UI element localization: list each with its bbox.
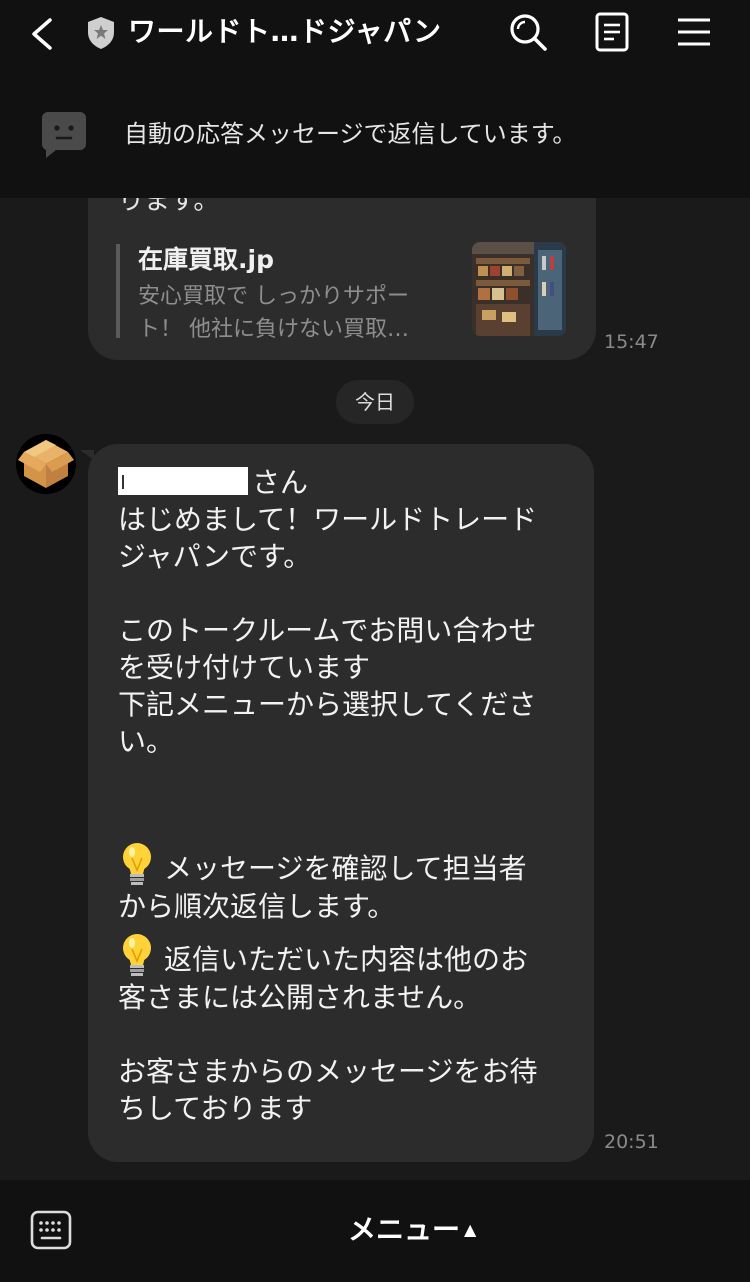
message-bubble[interactable]: さん はじめまして！ワールドトレード ジャパンです。 このトークルームでお問い合… bbox=[88, 444, 594, 1162]
link-preview-title[interactable]: 在庫買取.jp bbox=[138, 242, 274, 278]
link-preview-desc-line: 安心買取で しっかりサポー bbox=[138, 284, 409, 309]
chat-title: ワールドト…ドジャパン bbox=[128, 15, 442, 48]
message-line: ちしております bbox=[118, 1092, 313, 1125]
chevron-left-icon[interactable] bbox=[22, 12, 62, 56]
chat-area[interactable]: ります。 在庫買取.jp 安心買取で しっかりサポー ト！ 他社に負けない買取… bbox=[0, 198, 750, 1180]
notes-icon[interactable] bbox=[590, 10, 634, 54]
message-time: 15:47 bbox=[604, 331, 659, 353]
message-bubble[interactable]: ります。 在庫買取.jp 安心買取で しっかりサポー ト！ 他社に負けない買取… bbox=[88, 198, 596, 360]
message-line: 客さまには公開されません。 bbox=[118, 981, 482, 1014]
message-line: い。 bbox=[118, 725, 175, 758]
message-line: メッセージを確認して担当者 bbox=[164, 852, 527, 885]
message-line: はじめまして！ワールドトレード bbox=[118, 503, 538, 536]
chat-header: ワールドト…ドジャパン bbox=[0, 0, 750, 66]
search-icon[interactable] bbox=[506, 10, 550, 54]
link-preview-description: 安心買取で しっかりサポー ト！ 他社に負けない買取… bbox=[138, 280, 448, 346]
keyboard-icon[interactable] bbox=[30, 1210, 72, 1250]
avatar[interactable] bbox=[16, 434, 76, 494]
bottom-bar: メニュー ▲ bbox=[0, 1180, 750, 1282]
menu-label: メニュー bbox=[348, 1213, 461, 1246]
message-line: このトークルームでお問い合わせ bbox=[118, 614, 537, 647]
greeting-suffix: さん bbox=[252, 466, 309, 499]
auto-reply-text: 自動の応答メッセージで返信しています。 bbox=[124, 120, 577, 148]
message-line: を受け付けています bbox=[118, 651, 371, 684]
chat-bubble-icon bbox=[41, 112, 86, 158]
menu-toggle-button[interactable]: メニュー ▲ bbox=[348, 1210, 476, 1250]
lightbulb-icon bbox=[123, 843, 151, 885]
link-preview-bar bbox=[116, 244, 120, 338]
shield-star-icon bbox=[88, 17, 114, 49]
redacted-name bbox=[118, 467, 248, 495]
message-line: から順次返信します。 bbox=[118, 890, 396, 923]
message-line: 下記メニューから選択してくださ bbox=[118, 688, 537, 721]
message-line: 返信いただいた内容は他のお bbox=[164, 943, 529, 976]
hamburger-icon[interactable] bbox=[672, 10, 716, 54]
message-text: さん はじめまして！ワールドトレード ジャパンです。 このトークルームでお問い合… bbox=[118, 464, 588, 1127]
link-preview-thumbnail[interactable] bbox=[472, 242, 566, 336]
message-time: 20:51 bbox=[604, 1131, 659, 1153]
message-text: ります。 bbox=[118, 198, 220, 216]
lightbulb-icon bbox=[123, 934, 151, 976]
triangle-up-icon: ▲ bbox=[464, 1220, 477, 1239]
message-line: ジャパンです。 bbox=[118, 540, 312, 573]
auto-reply-notice: 自動の応答メッセージで返信しています。 bbox=[0, 66, 750, 198]
message-line: お客さまからのメッセージをお待 bbox=[118, 1055, 538, 1088]
date-divider: 今日 bbox=[336, 380, 414, 424]
link-preview-desc-line: ト！ 他社に負けない買取… bbox=[138, 317, 409, 342]
